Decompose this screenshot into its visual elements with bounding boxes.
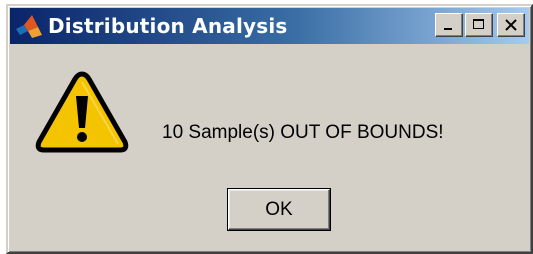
window-controls — [435, 13, 525, 37]
minimize-button[interactable] — [435, 13, 463, 37]
dialog-body: 10 Sample(s) OUT OF BOUNDS! OK — [10, 44, 529, 250]
title-bar[interactable]: Distribution Analysis — [10, 8, 529, 44]
maximize-icon — [473, 19, 484, 29]
minimize-icon — [444, 28, 452, 30]
matlab-logo-icon — [16, 15, 42, 38]
warning-icon — [35, 71, 129, 153]
close-button[interactable] — [497, 13, 525, 37]
ok-button[interactable]: OK — [227, 188, 331, 231]
maximize-button[interactable] — [465, 13, 493, 37]
window-title: Distribution Analysis — [48, 14, 288, 38]
message-text: 10 Sample(s) OUT OF BOUNDS! — [162, 122, 444, 143]
close-icon — [505, 19, 517, 31]
dialog-window: Distribution Analysis 10 Sample(s) OUT O… — [6, 4, 533, 254]
